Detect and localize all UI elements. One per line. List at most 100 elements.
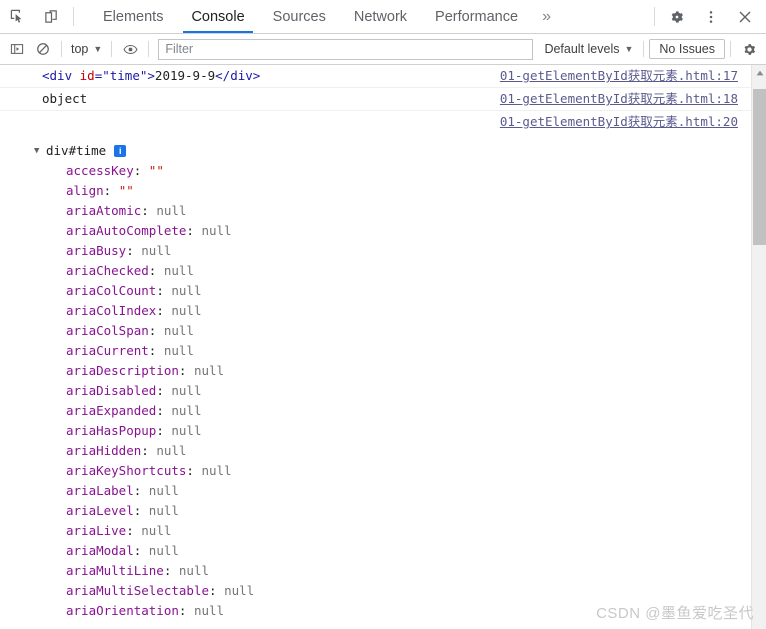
- object-property-row: ariaKeyShortcuts: null: [34, 461, 766, 481]
- tab-elements[interactable]: Elements: [89, 0, 177, 33]
- clear-console-icon[interactable]: [30, 36, 56, 62]
- object-property-value: null: [201, 463, 232, 478]
- object-property-row: ariaLive: null: [34, 521, 766, 541]
- object-property-row: ariaColIndex: null: [34, 301, 766, 321]
- scrollbar-up-arrow-icon[interactable]: [752, 65, 766, 80]
- more-tabs-chevron-icon[interactable]: »: [532, 0, 561, 33]
- tab-elements-label: Elements: [103, 8, 164, 25]
- info-icon[interactable]: i: [114, 145, 127, 157]
- html-attr-value: "time": [102, 68, 148, 83]
- html-tag-open: <div: [42, 68, 80, 83]
- console-scrollbar[interactable]: [751, 65, 766, 629]
- tab-network-label: Network: [353, 8, 408, 25]
- object-property-name: ariaExpanded: [66, 403, 157, 418]
- eye-glyph: [123, 44, 138, 54]
- console-source-link[interactable]: 01-getElementById获取元素.html:20: [500, 114, 766, 130]
- object-property-value: null: [224, 583, 255, 598]
- object-property-separator: :: [148, 343, 164, 358]
- execution-context-label: top: [71, 42, 89, 56]
- object-property-separator: :: [178, 603, 194, 618]
- chevron-down-icon: ▼: [93, 44, 103, 54]
- console-message-plain[interactable]: object 01-getElementById获取元素.html:18: [0, 88, 766, 111]
- devtools-tabbar: Elements Console Sources Network Perform…: [0, 0, 766, 34]
- tab-sources-label: Sources: [272, 8, 326, 25]
- object-property-separator: :: [156, 403, 172, 418]
- object-property-name: ariaColCount: [66, 283, 157, 298]
- filterbar-divider-3: [148, 41, 150, 57]
- object-property-name: ariaHasPopup: [66, 423, 157, 438]
- console-message-object[interactable]: 01-getElementById获取元素.html:20: [0, 111, 766, 133]
- object-property-name: ariaMultiLine: [66, 563, 164, 578]
- log-levels-label: Default levels: [544, 42, 620, 56]
- log-levels-select[interactable]: Default levels ▼: [539, 42, 638, 56]
- devtools-window: Elements Console Sources Network Perform…: [0, 0, 766, 629]
- scroll-up-glyph: [756, 70, 763, 75]
- object-property-tree: ▼ div#time i accessKey: "" align: "" ariaA…: [0, 133, 766, 623]
- device-toolbar-icon[interactable]: [34, 0, 68, 33]
- object-property-value: null: [193, 603, 225, 618]
- object-property-row: ariaDescription: null: [34, 361, 766, 381]
- object-property-row: ariaHidden: null: [34, 441, 766, 461]
- object-property-name: ariaDisabled: [66, 383, 157, 398]
- console-message-content: object: [42, 91, 88, 106]
- object-tree-header[interactable]: ▼ div#time i: [34, 141, 766, 161]
- console-sidebar-icon[interactable]: [4, 36, 30, 62]
- inspect-element-icon[interactable]: [0, 0, 34, 33]
- tabbar-divider: [73, 7, 74, 26]
- filterbar-divider-1: [61, 41, 62, 57]
- gear-icon[interactable]: [660, 0, 694, 33]
- tab-sources[interactable]: Sources: [259, 0, 340, 33]
- disclosure-triangle-icon[interactable]: ▼: [34, 141, 46, 161]
- live-expression-eye-icon[interactable]: [117, 36, 143, 62]
- html-inner-text: 2019-9-9: [154, 68, 216, 83]
- object-property-separator: :: [186, 463, 202, 478]
- object-property-name: ariaCurrent: [66, 343, 149, 358]
- object-property-row: ariaModal: null: [34, 541, 766, 561]
- object-property-row: ariaMultiSelectable: null: [34, 581, 766, 601]
- object-property-row: ariaLevel: null: [34, 501, 766, 521]
- tab-performance[interactable]: Performance: [421, 0, 532, 33]
- object-property-row: align: "": [34, 181, 766, 201]
- object-property-name: ariaLabel: [66, 483, 134, 498]
- object-property-value: "": [148, 163, 164, 178]
- no-issues-button[interactable]: No Issues: [649, 39, 725, 59]
- html-tag-end: </div>: [215, 68, 261, 83]
- filter-input-placeholder: Filter: [165, 42, 194, 56]
- object-property-row: ariaDisabled: null: [34, 381, 766, 401]
- object-property-value: null: [163, 343, 194, 358]
- html-tag-close-bracket: >: [147, 68, 155, 83]
- object-property-row: ariaMultiLine: null: [34, 561, 766, 581]
- console-message-list[interactable]: <div id="time">2019-9-9</div> 01-getElem…: [0, 65, 766, 629]
- filterbar-divider-4: [643, 41, 645, 57]
- devtools-tab-list: Elements Console Sources Network Perform…: [89, 0, 561, 33]
- object-property-value: null: [193, 363, 225, 378]
- three-dot-menu-icon[interactable]: [694, 0, 728, 33]
- object-property-separator: :: [141, 203, 157, 218]
- object-property-value: null: [201, 223, 232, 238]
- object-property-row: accessKey: "": [34, 161, 766, 181]
- console-settings-gear-icon[interactable]: [736, 36, 762, 62]
- execution-context-select[interactable]: top ▼: [67, 42, 106, 56]
- console-sidebar-glyph: [10, 44, 24, 54]
- tab-network[interactable]: Network: [340, 0, 421, 33]
- object-property-separator: :: [148, 263, 164, 278]
- console-source-link[interactable]: 01-getElementById获取元素.html:18: [500, 91, 766, 107]
- object-property-value: null: [178, 563, 210, 578]
- scrollbar-thumb[interactable]: [753, 89, 766, 245]
- close-icon[interactable]: [728, 0, 762, 33]
- three-dot-glyph: [709, 10, 713, 23]
- tab-console[interactable]: Console: [177, 0, 258, 33]
- tabbar-right-actions: [649, 0, 766, 33]
- gear-glyph: [671, 10, 683, 23]
- object-property-separator: :: [156, 383, 172, 398]
- console-message-html[interactable]: <div id="time">2019-9-9</div> 01-getElem…: [0, 65, 766, 88]
- device-toolbar-glyph: [44, 10, 57, 23]
- tab-console-label: Console: [191, 8, 245, 25]
- console-source-link[interactable]: 01-getElementById获取元素.html:17: [500, 68, 766, 84]
- filterbar-divider-2: [111, 41, 113, 57]
- object-property-value: null: [148, 503, 179, 518]
- filter-input[interactable]: Filter: [158, 38, 534, 60]
- object-property-name: ariaModal: [66, 543, 134, 558]
- object-property-list: accessKey: "" align: "" ariaAtomic: null ar…: [34, 161, 766, 621]
- object-property-value: null: [171, 423, 202, 438]
